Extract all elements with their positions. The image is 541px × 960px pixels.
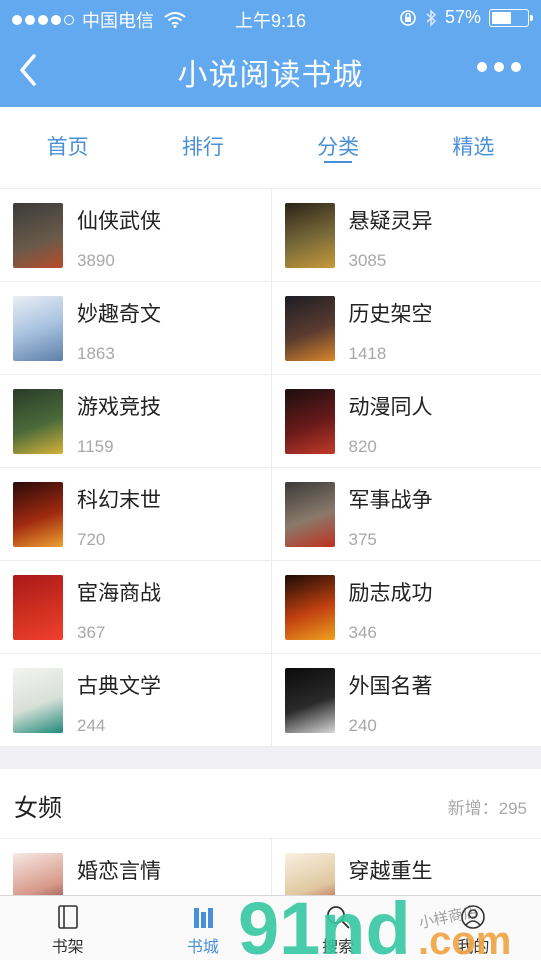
book-cover-image [13, 389, 63, 454]
category-item[interactable]: 外国名著 240 [270, 654, 541, 746]
bookstore-icon [193, 908, 213, 928]
book-cover-image [284, 668, 335, 733]
book-cover-image [284, 575, 335, 640]
category-item[interactable]: 励志成功 346 [270, 561, 541, 653]
category-count: 367 [77, 623, 106, 642]
tabbar-label: 书架 [51, 939, 84, 956]
category-grid: 仙侠武侠 3890 悬疑灵异 3085 妙趣奇文 1863 历史架空 1418 … [0, 189, 541, 747]
more-dot [511, 62, 521, 72]
book-cover-image [13, 853, 63, 895]
category-item[interactable]: 妙趣奇文 1863 [0, 282, 271, 374]
book-cover-image [284, 853, 335, 895]
category-title: 妙趣奇文 [77, 303, 161, 326]
grid-row: 仙侠武侠 3890 悬疑灵异 3085 [0, 189, 541, 282]
category-count: 3085 [348, 251, 387, 270]
category-item[interactable]: 古典文学 244 [0, 654, 271, 746]
category-title: 游戏竞技 [77, 396, 161, 419]
category-count: 346 [348, 623, 377, 642]
grid-row: 科幻末世 720 军事战争 375 [0, 468, 541, 561]
category-title: 外国名著 [348, 675, 433, 698]
tab-category[interactable]: 分类 [271, 107, 406, 188]
book-cover-image [13, 482, 63, 547]
bottom-tab-bar: 书架 书城 搜索 我的 [0, 895, 541, 960]
category-tabs: 首页 排行 分类 精选 [0, 107, 541, 189]
section-divider [0, 747, 541, 769]
category-item[interactable]: 游戏竞技 1159 [0, 375, 271, 467]
search-icon [327, 906, 350, 929]
category-count: 720 [77, 530, 106, 549]
category-item[interactable]: 科幻末世 720 [0, 468, 271, 560]
category-title: 仙侠武侠 [77, 210, 161, 233]
tabbar-bookshelf[interactable]: 书架 [0, 896, 135, 960]
category-count: 820 [348, 437, 377, 456]
bluetooth-icon [426, 8, 437, 27]
book-cover-image [284, 296, 335, 361]
category-title: 动漫同人 [348, 396, 433, 419]
page-title: 小说阅读书城 [177, 59, 364, 92]
category-title: 悬疑灵异 [348, 210, 433, 233]
category-count: 1863 [77, 344, 115, 363]
tabbar-label: 我的 [457, 939, 490, 956]
tabbar-label: 搜索 [322, 939, 355, 956]
book-cover-image [13, 296, 63, 361]
more-button[interactable] [477, 62, 521, 72]
category-title: 历史架空 [348, 303, 433, 326]
grid-row: 古典文学 244 外国名著 240 [0, 654, 541, 747]
tabbar-label: 书城 [186, 939, 219, 956]
category-title: 宦海商战 [77, 582, 161, 605]
tabbar-bookstore[interactable]: 书城 [135, 896, 270, 960]
category-title: 穿越重生 [348, 860, 433, 883]
grid-row: 宦海商战 367 励志成功 346 [0, 561, 541, 654]
category-item[interactable]: 仙侠武侠 3890 [0, 189, 271, 281]
category-count: 244 [77, 716, 106, 735]
tabbar-search[interactable]: 搜索 [271, 896, 406, 960]
tab-ranking[interactable]: 排行 [135, 107, 270, 188]
profile-icon [461, 905, 486, 929]
female-category-grid: 婚恋言情 穿越重生 [0, 839, 541, 895]
category-count: 3890 [77, 251, 115, 270]
bookshelf-icon [57, 905, 78, 929]
category-count: 375 [348, 530, 377, 549]
category-count: 1159 [77, 437, 114, 456]
category-count: 240 [348, 716, 377, 735]
tab-featured[interactable]: 精选 [406, 107, 541, 188]
tabbar-profile[interactable]: 我的 [406, 896, 541, 960]
category-item[interactable]: 穿越重生 [270, 839, 541, 895]
tab-home[interactable]: 首页 [0, 107, 135, 188]
female-section-header: 女频 新增：295 [0, 769, 541, 839]
more-dot [477, 62, 487, 72]
rotation-lock-icon [400, 9, 416, 26]
category-title: 科幻末世 [77, 489, 161, 512]
book-cover-image [284, 389, 335, 454]
category-item[interactable]: 历史架空 1418 [270, 282, 541, 374]
section-title: 女频 [14, 795, 62, 822]
category-title: 婚恋言情 [77, 860, 161, 883]
category-item[interactable]: 婚恋言情 [0, 839, 271, 895]
more-dot [494, 62, 504, 72]
status-bar: 中国电信 上午9:16 57% [0, 0, 541, 36]
grid-row: 游戏竞技 1159 动漫同人 820 [0, 375, 541, 468]
category-item[interactable]: 宦海商战 367 [0, 561, 271, 653]
new-count: 新增：295 [447, 799, 527, 818]
battery-percent: 57% [444, 7, 481, 27]
status-right: 57% [399, 7, 533, 28]
grid-row: 妙趣奇文 1863 历史架空 1418 [0, 282, 541, 375]
book-cover-image [13, 575, 63, 640]
book-cover-image [284, 482, 335, 547]
book-cover-image [284, 203, 335, 268]
category-count: 1418 [348, 344, 387, 363]
category-title: 军事战争 [348, 489, 433, 512]
book-cover-image [13, 203, 63, 268]
app-header: 中国电信 上午9:16 57% 小说阅读书城 [0, 0, 541, 107]
category-item[interactable]: 动漫同人 820 [270, 375, 541, 467]
category-title: 古典文学 [77, 675, 161, 698]
category-title: 励志成功 [348, 582, 433, 605]
battery-fill [492, 11, 511, 24]
battery-icon [489, 8, 533, 27]
category-item[interactable]: 悬疑灵异 3085 [270, 189, 541, 281]
book-cover-image [13, 668, 63, 733]
category-item[interactable]: 军事战争 375 [270, 468, 541, 560]
grid-row: 婚恋言情 穿越重生 [0, 839, 541, 895]
